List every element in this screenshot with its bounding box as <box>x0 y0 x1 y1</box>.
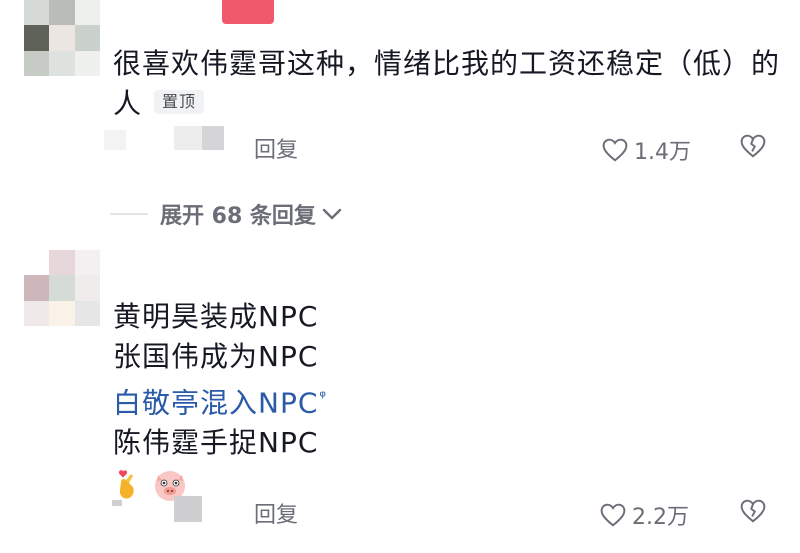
chevron-down-icon <box>322 208 342 220</box>
pinned-badge: 置顶 <box>154 90 205 114</box>
comment-text-line: 人 <box>113 87 143 120</box>
search-link-text: 白敬亭混入NPC <box>113 386 319 420</box>
timestamp-obscured <box>112 494 202 524</box>
heart-outline-icon <box>602 138 628 162</box>
comment-text-line: 黄明昊装成NPC <box>113 300 319 333</box>
comment-text-line: 张国伟成为NPC <box>113 340 319 373</box>
expand-replies-label: 展开 68 条回复 <box>160 204 316 229</box>
expand-replies-button[interactable]: 展开 68 条回复 <box>110 198 342 230</box>
username-obscured-block <box>222 0 274 24</box>
reply-button[interactable]: 回复 <box>254 132 298 164</box>
comment-text: 很喜欢伟霆哥这种，情绪比我的工资还稳定（低）的 人置顶 <box>113 44 793 124</box>
avatar[interactable] <box>24 250 100 326</box>
like-button[interactable]: 2.2万 <box>600 499 689 531</box>
heart-outline-icon <box>600 503 626 527</box>
dislike-button[interactable] <box>740 499 766 527</box>
divider-line <box>110 213 148 215</box>
comment-text-line: 很喜欢伟霆哥这种，情绪比我的工资还稳定（低）的 <box>113 47 781 80</box>
comment-text: 黄明昊装成NPC 张国伟成为NPC 白敬亭混入NPCᵠ 陈伟霆手捉NPC <box>113 297 713 505</box>
broken-heart-icon <box>740 499 766 523</box>
timestamp-obscured <box>104 126 224 152</box>
search-icon: ᵠ <box>319 387 328 406</box>
search-link[interactable]: 白敬亭混入NPCᵠ <box>113 377 713 423</box>
like-button[interactable]: 1.4万 <box>602 134 691 166</box>
avatar-mosaic <box>24 250 100 326</box>
avatar-mosaic <box>24 0 100 76</box>
broken-heart-icon <box>740 134 766 158</box>
like-count: 2.2万 <box>632 505 689 530</box>
comment-text-line: 陈伟霆手捉NPC <box>113 426 319 460</box>
avatar[interactable] <box>24 0 100 76</box>
like-count: 1.4万 <box>634 140 691 165</box>
reply-button[interactable]: 回复 <box>254 497 298 529</box>
dislike-button[interactable] <box>740 134 766 162</box>
